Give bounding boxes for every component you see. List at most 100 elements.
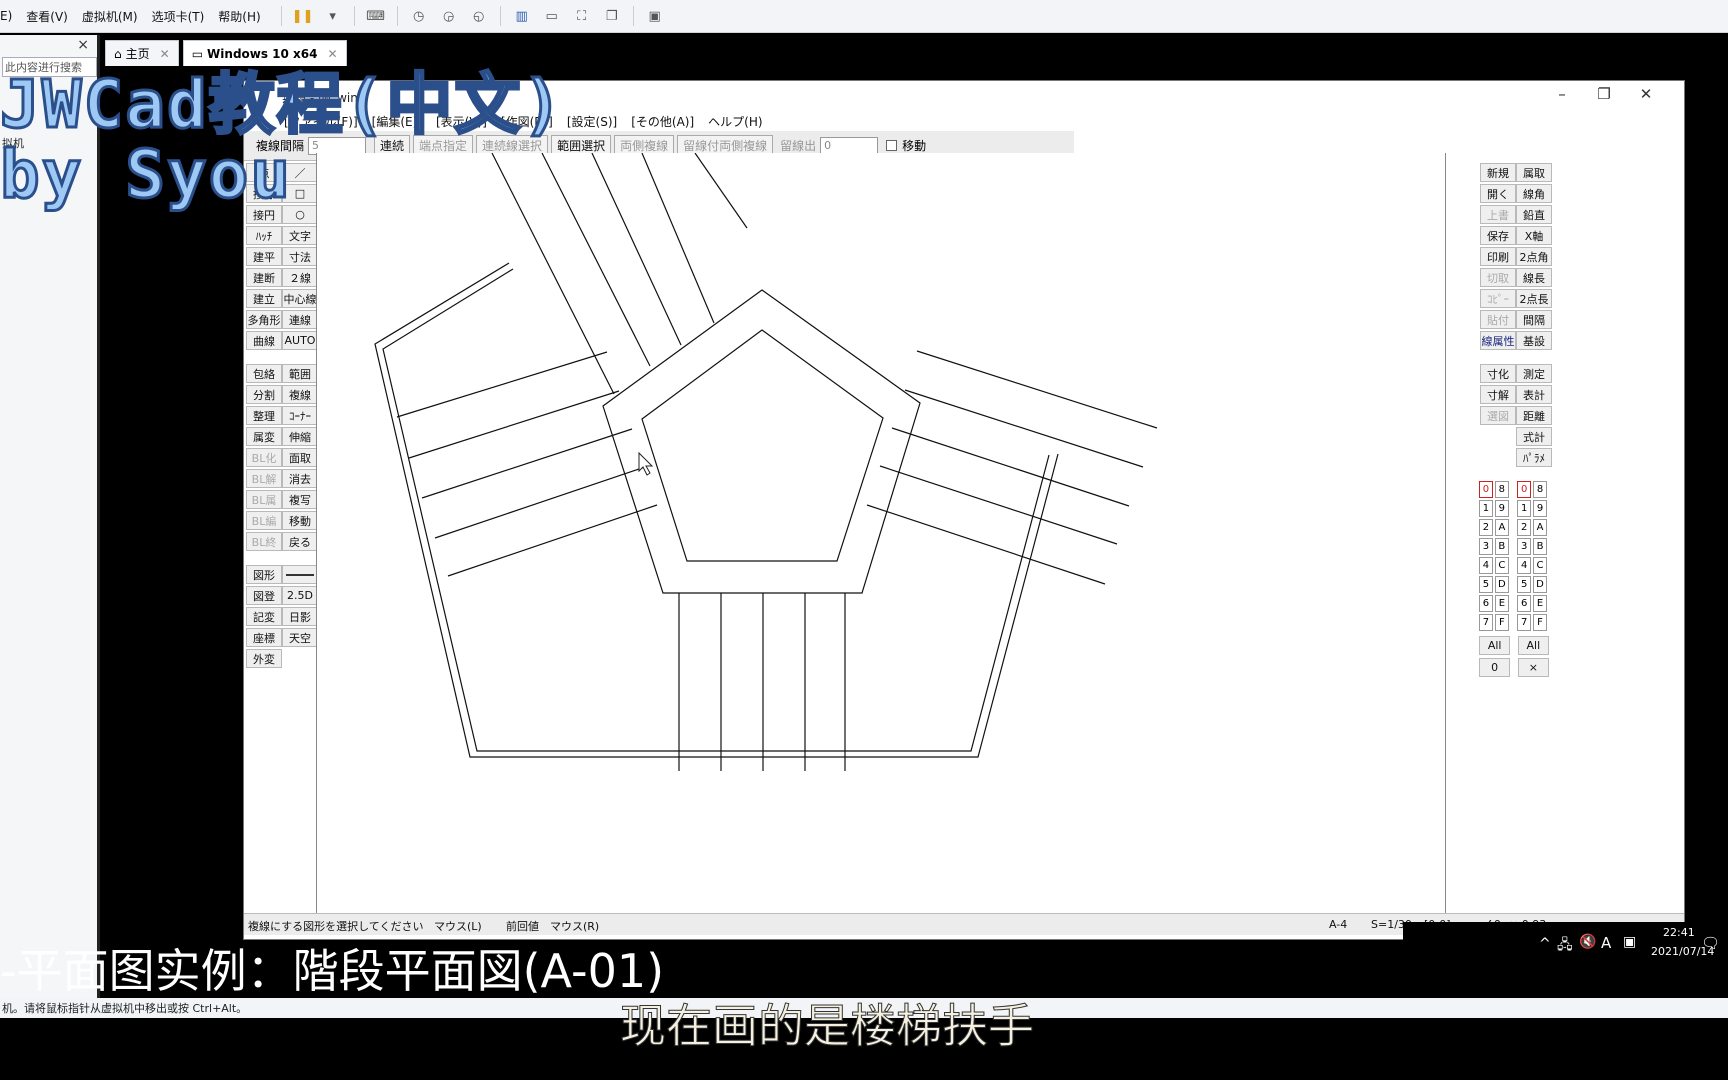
tool-distance[interactable]: 距離: [1516, 406, 1552, 425]
tool-select-figure[interactable]: 選図: [1480, 406, 1516, 425]
layer-group-1[interactable]: 1: [1479, 500, 1493, 517]
layer-clear-button[interactable]: ×: [1517, 658, 1549, 677]
layer-group-zero-button[interactable]: 0: [1479, 658, 1511, 677]
restore-icon[interactable]: ❐: [1584, 85, 1624, 103]
tool-move[interactable]: 移動: [282, 511, 318, 530]
tool-paste[interactable]: 貼付: [1480, 310, 1516, 329]
clock-time[interactable]: 22:41: [1663, 926, 1695, 939]
tool-two-point-length[interactable]: 2点長: [1516, 289, 1552, 308]
close-icon[interactable]: ✕: [328, 47, 338, 61]
tool-save[interactable]: 保存: [1480, 226, 1516, 245]
host-menu-edit[interactable]: E): [0, 9, 12, 23]
layer-group-d[interactable]: D: [1494, 576, 1509, 593]
tool-parameter[interactable]: ﾊﾟﾗﾒ: [1516, 448, 1552, 467]
status-paper-size[interactable]: A-4: [1329, 918, 1347, 931]
layer-group-6[interactable]: 6: [1479, 595, 1493, 612]
tool-dim-explode[interactable]: 寸解: [1480, 385, 1516, 404]
tool-cleanup[interactable]: 整理: [246, 406, 282, 425]
tool-two-point-angle[interactable]: 2点角: [1516, 247, 1552, 266]
tool-erase[interactable]: 消去: [282, 469, 318, 488]
jw-menu-help[interactable]: ヘルプ(H): [708, 113, 762, 131]
chevron-up-icon[interactable]: ^: [1539, 936, 1551, 952]
tool-polygon[interactable]: 多角形: [246, 310, 282, 329]
tool-stretch[interactable]: 伸縮: [282, 427, 318, 446]
tool-interval[interactable]: 間隔: [1516, 310, 1552, 329]
tool-table-calc[interactable]: 表計: [1516, 385, 1552, 404]
tool-text[interactable]: 文字: [282, 226, 318, 245]
tool-line-attr[interactable]: 線属性: [1480, 331, 1516, 350]
tool-attr-change[interactable]: 属変: [246, 427, 282, 446]
close-icon[interactable]: ×: [77, 37, 89, 53]
tool-coordinate[interactable]: 座標: [246, 628, 282, 647]
cap-offset-select[interactable]: 0: [820, 136, 879, 155]
console-view-icon[interactable]: ▣: [645, 6, 665, 26]
layer-6[interactable]: 6: [1517, 595, 1532, 612]
tool-2-5d[interactable]: 2.5D: [282, 586, 318, 605]
drawing-canvas[interactable]: [316, 152, 1446, 913]
layer-3[interactable]: 3: [1517, 538, 1532, 555]
tool-envelope[interactable]: 包絡: [246, 364, 282, 383]
send-keys-icon[interactable]: ⌨: [366, 6, 386, 26]
jw-menu-other[interactable]: [その他(A)]: [631, 113, 694, 131]
tool-block-attr[interactable]: BL属: [246, 490, 282, 509]
tool-copy-clipboard[interactable]: ｺﾋﾟｰ: [1480, 289, 1516, 308]
tool-auto[interactable]: AUTO: [282, 331, 318, 350]
tool-attr-get[interactable]: 属取: [1516, 163, 1552, 182]
layer-a[interactable]: A: [1533, 519, 1547, 536]
jw-menu-settings[interactable]: [設定(S)]: [567, 113, 617, 131]
layer-group-9[interactable]: 9: [1494, 500, 1509, 517]
layer-4[interactable]: 4: [1517, 557, 1532, 574]
tool-x-axis[interactable]: X軸: [1516, 226, 1552, 245]
sidebar-toggle-icon[interactable]: ▥: [512, 6, 532, 26]
tab-windows10[interactable]: ▭ Windows 10 x64 ✕: [182, 40, 347, 66]
tool-line-type[interactable]: [282, 565, 318, 584]
layer-group-7[interactable]: 7: [1479, 614, 1493, 631]
layer-group-c[interactable]: C: [1494, 557, 1509, 574]
tool-copy[interactable]: 複写: [282, 490, 318, 509]
tool-dim-create[interactable]: 寸化: [1480, 364, 1516, 383]
layer-group-f[interactable]: F: [1494, 614, 1509, 631]
layer-group-5[interactable]: 5: [1479, 576, 1493, 593]
layer-group-8[interactable]: 8: [1494, 481, 1509, 498]
tool-chamfer[interactable]: 面取: [282, 448, 318, 467]
tool-sky[interactable]: 天空: [282, 628, 318, 647]
tool-print[interactable]: 印刷: [1480, 247, 1516, 266]
tool-range[interactable]: 範囲: [282, 364, 318, 383]
tool-block-explode[interactable]: BL解: [246, 469, 282, 488]
tool-overwrite[interactable]: 上書: [1480, 205, 1516, 224]
tool-new[interactable]: 新規: [1480, 163, 1516, 182]
minimize-icon[interactable]: –: [1542, 85, 1582, 103]
layer-group-b[interactable]: B: [1494, 538, 1509, 555]
tool-line-angle[interactable]: 線角: [1516, 184, 1552, 203]
host-menu-tabs[interactable]: 选项卡(T): [152, 8, 205, 25]
notification-app-icon[interactable]: ▣: [1623, 934, 1636, 950]
layer-all-button[interactable]: All: [1517, 636, 1549, 655]
layer-0[interactable]: 0: [1517, 481, 1532, 498]
layer-2[interactable]: 2: [1517, 519, 1532, 536]
tool-vertical[interactable]: 鉛直: [1516, 205, 1552, 224]
snapshot-restore-icon[interactable]: ◶: [439, 6, 459, 26]
tool-open[interactable]: 開く: [1480, 184, 1516, 203]
host-menu-view[interactable]: 查看(V): [26, 8, 68, 25]
tool-section[interactable]: 建断: [246, 268, 282, 287]
host-menu-vm[interactable]: 虚拟机(M): [82, 8, 138, 25]
tool-block-create[interactable]: BL化: [246, 448, 282, 467]
close-icon[interactable]: ✕: [1626, 85, 1666, 103]
tool-undo[interactable]: 戻る: [282, 532, 318, 551]
layer-c[interactable]: C: [1533, 557, 1547, 574]
tool-block-edit[interactable]: BL編: [246, 511, 282, 530]
tool-line-length[interactable]: 線長: [1516, 268, 1552, 287]
tool-base-set[interactable]: 基設: [1516, 331, 1552, 350]
layer-f[interactable]: F: [1533, 614, 1547, 631]
thumbnail-icon[interactable]: ▭: [542, 6, 562, 26]
move-checkbox[interactable]: [886, 140, 898, 151]
tool-offset[interactable]: 複線: [282, 385, 318, 404]
fullscreen-icon[interactable]: ⛶: [572, 6, 592, 26]
tab-home[interactable]: ⌂ 主页 ✕: [105, 40, 179, 66]
tool-external-change[interactable]: 外変: [246, 649, 282, 668]
snapshot-manager-icon[interactable]: ◵: [469, 6, 489, 26]
tool-figure-register[interactable]: 図登: [246, 586, 282, 605]
tool-cut[interactable]: 切取: [1480, 268, 1516, 287]
tool-elevation[interactable]: 建立: [246, 289, 282, 308]
layer-group-0[interactable]: 0: [1479, 481, 1493, 498]
